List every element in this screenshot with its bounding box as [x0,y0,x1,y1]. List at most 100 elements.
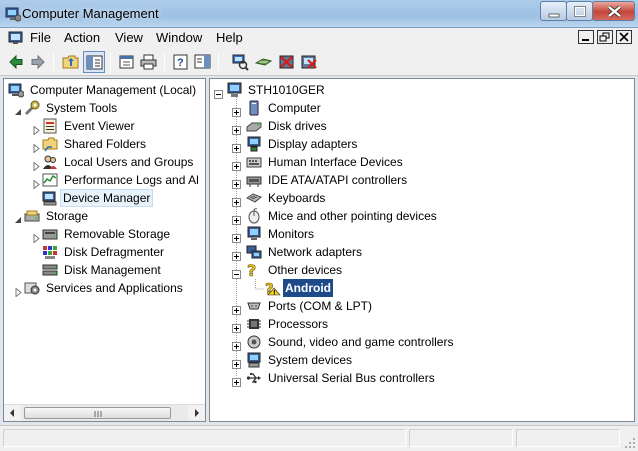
forward-button[interactable] [27,51,49,73]
tree-collapsed-icon[interactable] [32,122,41,136]
menu-window[interactable]: Window [156,30,202,45]
print-button[interactable] [138,51,160,73]
monitor-icon [246,226,262,242]
disable-device-icon [279,55,294,69]
device-tree-pane[interactable]: STH1010GER Computer Disk drives Display … [209,78,635,422]
device-category-system-devices[interactable]: System devices [232,351,532,369]
console-tree-pane[interactable]: Computer Management (Local) System Tools… [3,78,206,422]
status-cell-main [3,429,406,447]
tree-item-performance-logs[interactable]: Performance Logs and Al [32,171,204,189]
tree-plus-icon[interactable] [232,194,241,207]
tree-collapsed-icon[interactable] [32,176,41,189]
device-category-ports[interactable]: Ports (COM & LPT) [232,297,532,315]
network-adapter-icon [246,244,262,260]
tree-plus-icon[interactable] [232,104,241,117]
back-button[interactable] [5,51,27,73]
tree-plus-icon[interactable] [232,302,241,315]
device-category-mice-and-pointing-devices[interactable]: Mice and other pointing devices [232,207,532,225]
uninstall-device-icon [301,55,317,69]
uninstall-device-button[interactable] [298,51,320,73]
mmc-document-icon[interactable] [8,30,24,49]
disable-device-button[interactable] [276,51,298,73]
tree-plus-icon[interactable] [232,320,241,333]
tree-minus-icon[interactable] [232,266,241,279]
horizontal-scrollbar[interactable] [4,404,205,421]
tree-plus-icon[interactable] [232,122,241,135]
menu-help[interactable]: Help [216,30,243,45]
device-category-network-adapters[interactable]: Network adapters [232,243,532,261]
tree-item-event-viewer[interactable]: Event Viewer [32,117,204,136]
tree-plus-icon[interactable] [232,230,241,243]
tree-item-removable-storage[interactable]: Removable Storage [32,225,204,244]
tree-plus-icon[interactable] [232,176,241,189]
tree-plus-icon[interactable] [232,140,241,153]
tree-plus-icon[interactable] [232,338,241,351]
disk-management-icon [42,262,58,278]
minimize-icon [548,13,560,18]
device-category-sound-video-game[interactable]: Sound, video and game controllers [232,333,532,351]
device-category-monitors[interactable]: Monitors [232,225,532,243]
minimize-button[interactable] [540,1,567,21]
menu-view[interactable]: View [115,30,143,45]
properties-button[interactable] [116,51,138,73]
tree-label: Event Viewer [64,119,135,133]
device-category-keyboards[interactable]: Keyboards [232,189,532,207]
tree-label: Ports (COM & LPT) [268,299,373,313]
tree-collapsed-icon[interactable] [32,158,41,172]
storage-icon [24,208,40,224]
device-category-display-adapters[interactable]: Display adapters [232,135,532,153]
tree-item-disk-management[interactable]: Disk Management [42,261,204,279]
device-category-processors[interactable]: Processors [232,315,532,333]
maximize-button[interactable] [566,1,593,21]
tree-plus-icon[interactable] [232,356,241,369]
print-icon [140,54,157,70]
mouse-icon [246,208,262,224]
show-hide-console-tree-button[interactable] [83,51,105,73]
tree-label: Human Interface Devices [268,155,403,169]
tree-item-device-manager[interactable]: Device Manager [42,189,166,207]
title-bar[interactable]: Computer Management [0,0,638,28]
device-category-human-interface-devices[interactable]: Human Interface Devices [232,153,532,171]
tree-root-computer-management[interactable]: Computer Management (Local) [8,81,204,99]
menu-action[interactable]: Action [64,30,100,45]
tree-plus-icon[interactable] [232,248,241,261]
port-icon [246,298,262,314]
show-hide-action-pane-button[interactable] [192,51,214,73]
scrollbar-thumb[interactable] [24,407,171,419]
device-category-disk-drives[interactable]: Disk drives [232,117,532,135]
tree-minus-icon[interactable] [214,86,223,99]
device-category-ide-ata-atapi-controllers[interactable]: IDE ATA/ATAPI controllers [232,171,532,189]
tree-collapsed-icon[interactable] [14,284,23,298]
tree-plus-icon[interactable] [232,158,241,171]
scan-hardware-changes-button[interactable] [229,51,251,73]
tree-item-disk-defragmenter[interactable]: Disk Defragmenter [42,243,204,261]
device-android[interactable]: ?! Android [265,279,465,298]
menu-file[interactable]: File [30,30,51,45]
mdi-close-button[interactable] [616,30,632,44]
update-driver-button[interactable] [253,51,275,73]
tree-expanded-icon[interactable] [14,104,23,115]
scroll-left-button[interactable] [4,405,21,421]
tree-collapsed-icon[interactable] [32,140,41,154]
tree-item-storage[interactable]: Storage [14,207,204,225]
tree-item-services-and-applications[interactable]: Services and Applications [14,279,204,298]
mdi-minimize-button[interactable] [578,30,594,44]
help-button[interactable]: ? [170,51,192,73]
device-category-computer[interactable]: Computer [232,99,532,117]
tree-collapsed-icon[interactable] [32,230,41,244]
tree-item-system-tools[interactable]: System Tools [14,99,204,117]
mdi-restore-button[interactable] [597,30,613,44]
scroll-right-button[interactable] [188,405,205,421]
tree-item-local-users-and-groups[interactable]: Local Users and Groups [32,153,204,172]
device-category-other-devices[interactable]: ? Other devices [232,261,532,280]
up-one-level-button[interactable] [60,51,82,73]
tree-plus-icon[interactable] [232,374,241,387]
toolbar-separator [218,53,219,71]
tree-expanded-icon[interactable] [14,212,23,223]
device-category-usb-controllers[interactable]: Universal Serial Bus controllers [232,369,532,387]
close-button[interactable] [592,1,635,21]
resize-grip-icon[interactable] [624,437,636,449]
tree-plus-icon[interactable] [232,212,241,225]
tree-root-computer[interactable]: STH1010GER [214,81,514,99]
tree-item-shared-folders[interactable]: Shared Folders [32,135,204,154]
